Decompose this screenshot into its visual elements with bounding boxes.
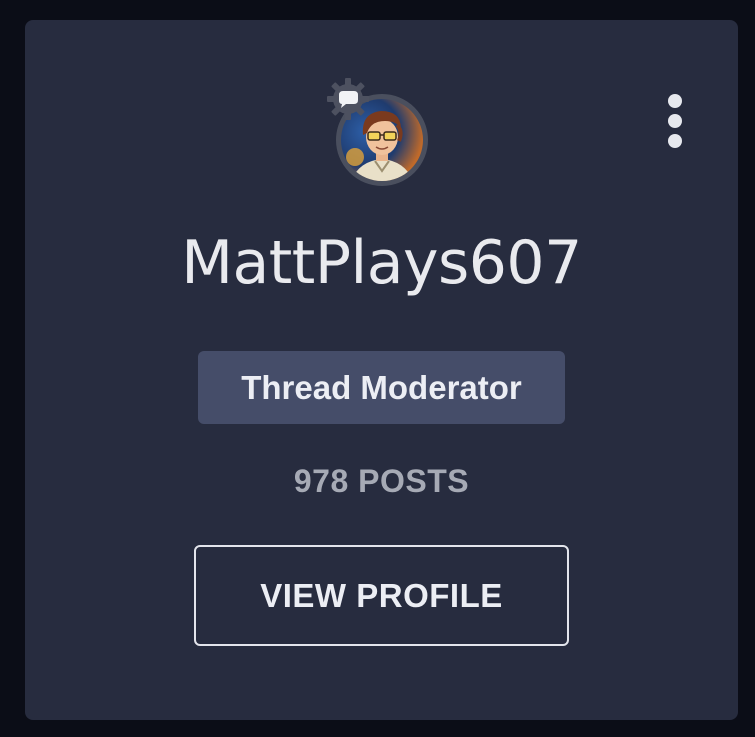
post-count: 978 POSTS — [293, 463, 470, 499]
more-options-button[interactable] — [662, 92, 688, 154]
view-profile-button[interactable]: VIEW PROFILE — [194, 545, 569, 646]
more-vertical-icon-dot — [668, 134, 682, 148]
chat-bubble-gear-badge-icon — [325, 76, 371, 122]
more-vertical-icon-dot — [668, 94, 682, 108]
more-vertical-icon-dot — [668, 114, 682, 128]
username: MattPlays607 — [181, 228, 582, 298]
role-badge: Thread Moderator — [198, 351, 565, 424]
